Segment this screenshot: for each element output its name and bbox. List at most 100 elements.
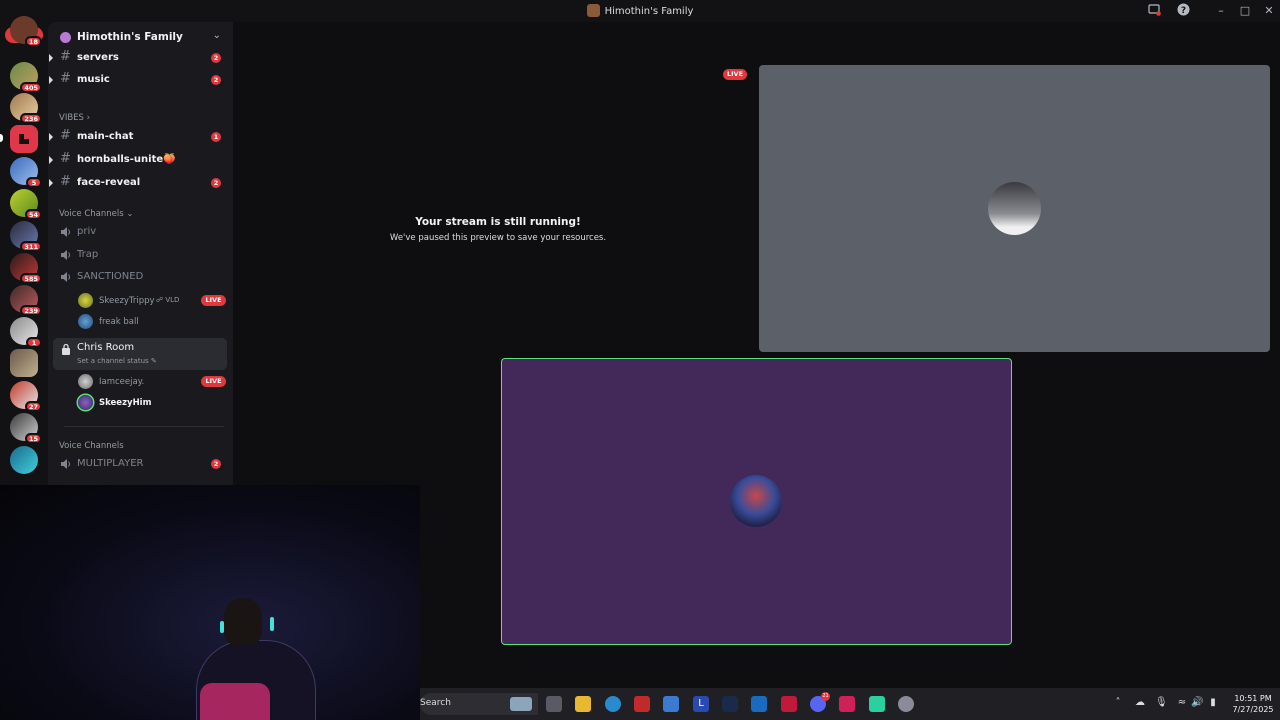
server-icon[interactable]: 27 [10,381,42,412]
live-badge: LIVE [201,376,226,387]
window-title: Himothin's Family [0,4,1280,17]
selected-indicator [0,134,3,142]
chevron-down-icon[interactable]: ⌄ [213,30,221,41]
live-badge: LIVE [201,295,226,306]
server-icon[interactable]: 18 [10,16,42,47]
cloud-off-icon[interactable]: ☁ [1134,697,1146,709]
participant-tile[interactable] [759,65,1270,352]
server-icon[interactable]: 405 [10,62,42,93]
voice-user-iamceejay[interactable]: Iamceejay. LIVE [78,373,226,391]
voice-user-freak-ball[interactable]: freak ball [78,313,226,331]
headphone-light [270,617,274,631]
stream-paused-title: Your stream is still running! [415,216,581,228]
mention-badge: 2 [211,75,221,85]
headphone-light [220,621,224,633]
tiktok-icon[interactable] [839,696,855,712]
category-voice-channels[interactable]: Voice Channels ⌄ [59,209,133,219]
voice-channel-sanctioned[interactable]: SANCTIONED [53,267,227,287]
live-indicator: LIVE [723,69,747,80]
svg-text:?: ? [1180,6,1185,16]
microphone-icon[interactable]: 🎙 [1155,697,1168,709]
tray-chevron-icon[interactable]: ˄ [1112,697,1124,709]
channel-servers[interactable]: # servers 2 [49,48,227,68]
server-icon[interactable]: 5 [10,157,42,188]
avatar [78,374,93,389]
channel-face-reveal[interactable]: # face-reveal 2 [49,173,227,193]
task-view-icon[interactable] [546,696,562,712]
edge-icon[interactable] [605,696,621,712]
hash-icon: # [60,49,71,64]
minimize-icon[interactable]: – [1213,3,1229,19]
chevron-down-icon: ⌄ [126,209,134,219]
avatar [78,314,93,329]
settings-icon[interactable] [898,696,914,712]
voice-channel-trap[interactable]: Trap [53,245,227,265]
server-icon[interactable]: 585 [10,253,42,284]
avatar [78,395,93,410]
lock-icon [62,343,70,355]
server-icon[interactable] [10,349,38,377]
channel-status-field[interactable]: Set a channel status ✎ [77,357,157,365]
channel-hornballs-unite[interactable]: # hornballs-unite🍑 [49,150,227,170]
battery-icon[interactable]: ▮ [1207,697,1219,709]
hash-icon: # [60,151,71,166]
voice-channel-priv[interactable]: priv [53,222,227,242]
channel-music[interactable]: # music 2 [49,70,227,90]
participant-tile-speaking[interactable] [501,358,1012,645]
avatar [78,293,93,308]
mention-badge: 2 [211,53,221,63]
unread-indicator [49,179,53,187]
unread-indicator [49,156,53,164]
webcam-head [224,598,262,646]
category-voice-channels-2[interactable]: Voice Channels [59,441,124,451]
user-tag: ☍ VLD [156,296,180,304]
hash-icon: # [60,128,71,143]
title-bar: Himothin's Family ? – □ ✕ [0,0,1280,22]
server-icon[interactable]: 54 [10,189,42,220]
wifi-icon[interactable]: ≈ [1176,697,1188,709]
windows-taskbar: Search L 21 ˄ ☁ 🎙 ≈ 🔊 ▮ 10:51 PM 7/27/20… [420,688,1280,720]
mention-badge: 2 [211,178,221,188]
voice-channel-multiplayer[interactable]: MULTIPLAYER 2 [53,454,227,474]
help-icon[interactable]: ? [1175,3,1191,19]
outlook-icon[interactable] [751,696,767,712]
category-vibes[interactable]: VIBES › [59,113,90,123]
steam-icon[interactable] [722,696,738,712]
unread-indicator [49,76,53,84]
server-icon[interactable]: 15 [10,413,42,444]
participant-avatar [988,182,1041,235]
channel-sidebar: Himothin's Family ⌄ # servers 2 # music … [48,22,233,485]
voice-user-skeezytrippy[interactable]: SkeezyTrippy ☍ VLD LIVE [78,292,226,310]
voice-channel-chris-room[interactable]: Chris Room Set a channel status ✎ [53,338,227,370]
webcam-shirt [200,683,270,720]
app-l-icon[interactable]: L [693,696,709,712]
server-icon[interactable]: 239 [10,285,42,316]
app-icon[interactable] [781,696,797,712]
app-icon[interactable] [663,696,679,712]
server-rail: NEW 18 405 236 5 54 311 585 239 1 27 15 [0,16,48,485]
server-icon[interactable]: 236 [10,93,42,124]
stream-paused-subtitle: We've paused this preview to save your r… [389,233,607,243]
divider [64,426,224,427]
taskbar-search[interactable]: Search [420,693,538,715]
close-icon[interactable]: ✕ [1261,3,1277,19]
mcafee-icon[interactable] [634,696,650,712]
server-icon[interactable]: 311 [10,221,42,252]
channel-main-chat[interactable]: # main-chat 1 [49,127,227,147]
app-icon[interactable] [869,696,885,712]
server-icon[interactable] [10,446,38,474]
unread-indicator [49,54,53,62]
voice-user-skeezyhim[interactable]: SkeezyHim [78,394,226,412]
server-icon[interactable]: 1 [10,317,42,348]
system-clock[interactable]: 10:51 PM 7/27/2025 [1230,693,1276,715]
maximize-icon[interactable]: □ [1237,3,1253,19]
volume-icon[interactable]: 🔊 [1191,697,1203,709]
file-explorer-icon[interactable] [575,696,591,712]
inbox-icon[interactable] [1146,3,1162,19]
guild-name: Himothin's Family [77,31,183,43]
mention-badge: 2 [211,459,221,469]
search-highlight-icon [510,697,532,711]
server-icon-selected[interactable] [10,125,38,153]
discord-icon[interactable]: 21 [810,692,830,712]
speaker-icon [61,227,70,237]
